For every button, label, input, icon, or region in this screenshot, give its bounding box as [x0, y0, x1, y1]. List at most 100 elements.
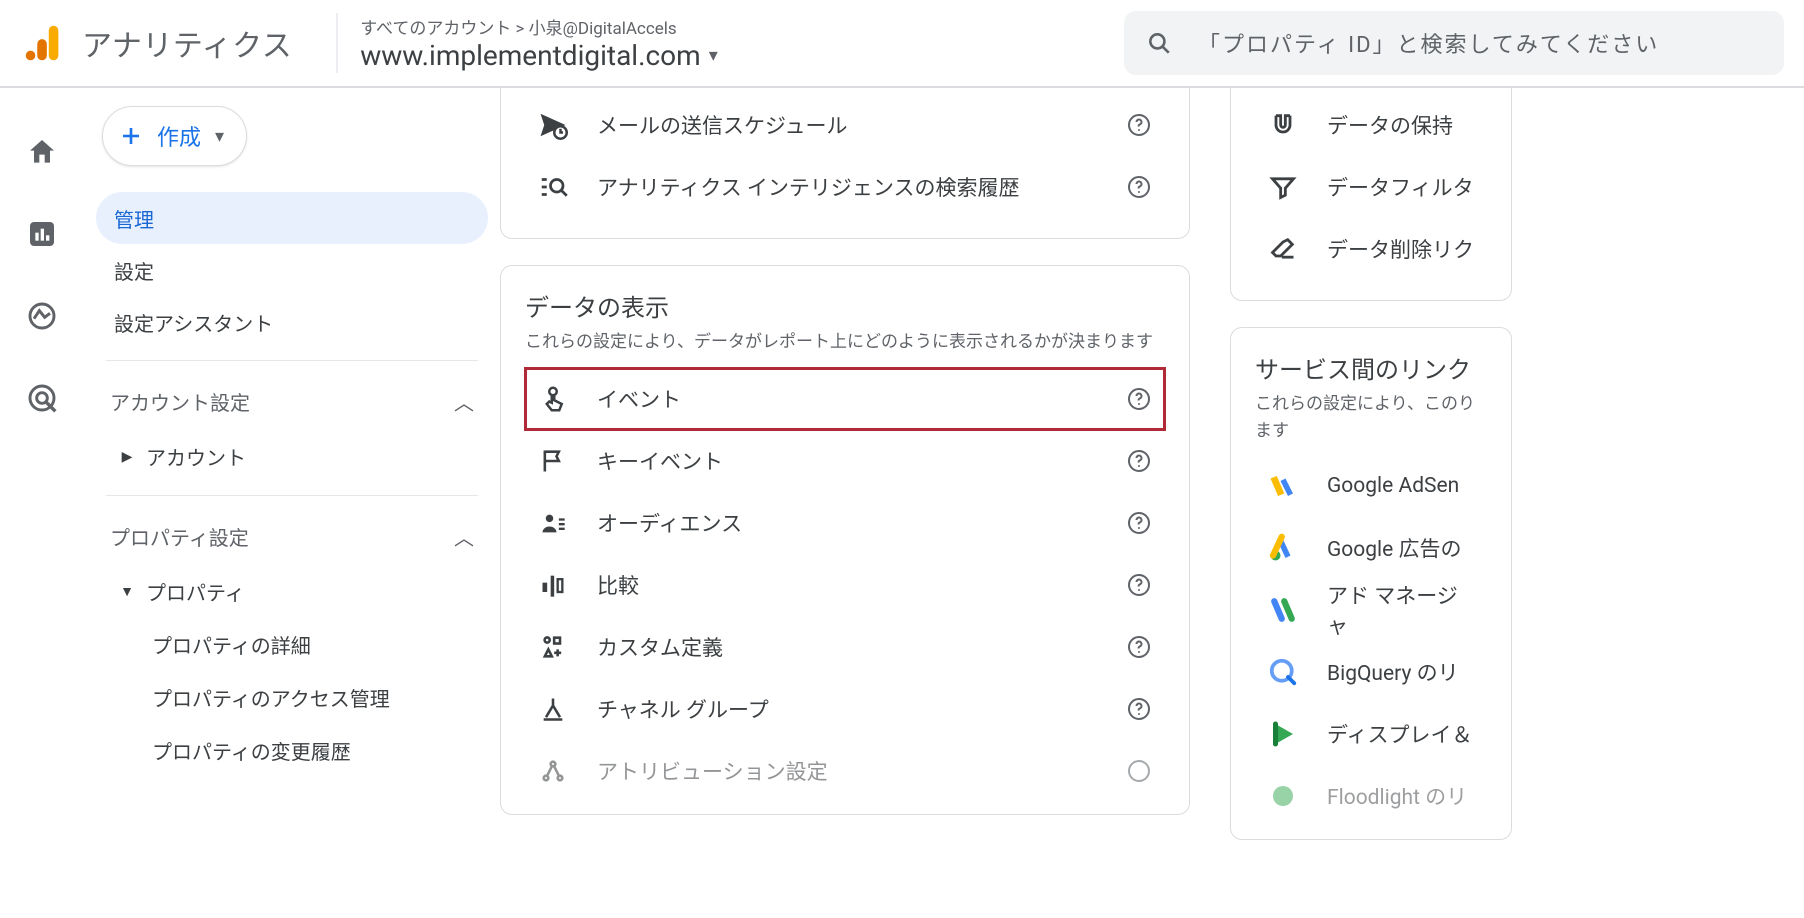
sidebar-item-assistant[interactable]: 設定アシスタント	[96, 296, 488, 348]
help-icon[interactable]	[1125, 447, 1153, 475]
property-name: www.implementdigital.com	[360, 39, 700, 72]
divider	[106, 360, 478, 361]
help-icon[interactable]	[1125, 111, 1153, 139]
sidebar-item-property-details[interactable]: プロパティの詳細	[96, 618, 488, 671]
chevron-up-icon: ︿	[454, 522, 474, 551]
row-attribution[interactable]: アトリビューション設定	[525, 740, 1165, 802]
channel-icon	[537, 695, 569, 723]
rail-home-icon[interactable]	[24, 134, 60, 170]
row-label: カスタム定義	[597, 632, 1097, 662]
row-label: アナリティクス インテリジェンスの検索履歴	[597, 172, 1097, 202]
sidebar-item-label: 設定	[114, 256, 154, 285]
sidebar-item-admin[interactable]: 管理	[96, 192, 488, 244]
rail-reports-icon[interactable]	[24, 216, 60, 252]
help-icon[interactable]	[1125, 385, 1153, 413]
breadcrumb: すべてのアカウント > 小泉@DigitalAccels	[360, 14, 718, 39]
panel-desc: これらの設定により、このります	[1255, 391, 1487, 445]
sidebar-item-account[interactable]: ▶ アカウント	[96, 430, 488, 483]
ad-manager-icon	[1267, 595, 1299, 625]
row-label: Google 広告の	[1327, 533, 1475, 563]
custom-def-icon	[537, 633, 569, 661]
help-icon[interactable]	[1125, 571, 1153, 599]
row-label: データフィルタ	[1327, 172, 1475, 202]
row-floodlight-link[interactable]: Floodlight のリ	[1255, 765, 1487, 827]
row-bigquery-link[interactable]: BigQuery のリ	[1255, 641, 1487, 703]
help-icon[interactable]	[1125, 509, 1153, 537]
caret-down-icon: ▾	[709, 45, 718, 66]
group-property-header[interactable]: プロパティ設定 ︿	[96, 508, 488, 565]
floodlight-icon	[1267, 781, 1299, 811]
triangle-down-icon: ▼	[120, 583, 134, 600]
row-admanager-link[interactable]: アド マネージャ	[1255, 579, 1487, 641]
help-icon[interactable]	[1125, 695, 1153, 723]
row-ads-link[interactable]: Google 広告の	[1255, 517, 1487, 579]
help-icon[interactable]	[1125, 633, 1153, 661]
help-icon[interactable]	[1125, 757, 1153, 785]
row-search-history[interactable]: アナリティクス インテリジェンスの検索履歴	[525, 156, 1165, 218]
row-label: BigQuery のリ	[1327, 657, 1475, 687]
sidebar-item-property[interactable]: ▼ プロパティ	[96, 565, 488, 618]
sidebar-item-settings[interactable]: 設定	[96, 244, 488, 296]
logo-block: アナリティクス	[20, 20, 292, 66]
sidebar-item-label: アカウント	[146, 442, 246, 471]
row-audiences[interactable]: オーディエンス	[525, 492, 1165, 554]
touch-icon	[537, 384, 569, 414]
caret-down-icon: ▾	[215, 126, 224, 147]
bigquery-icon	[1267, 657, 1299, 687]
row-custom-definitions[interactable]: カスタム定義	[525, 616, 1165, 678]
row-data-retention[interactable]: データの保持	[1255, 94, 1487, 156]
divider	[106, 495, 478, 496]
help-icon[interactable]	[1125, 173, 1153, 201]
group-account-header[interactable]: アカウント設定 ︿	[96, 373, 488, 430]
row-events[interactable]: イベント	[525, 368, 1165, 430]
nav-rail	[0, 88, 84, 840]
magnet-icon	[1267, 111, 1299, 139]
sidebar-item-property-history[interactable]: プロパティの変更履歴	[96, 724, 488, 777]
row-adsense-link[interactable]: Google AdSen	[1255, 455, 1487, 517]
insights-search-icon	[537, 172, 569, 202]
panel-desc: これらの設定により、データがレポート上にどのように表示されるかが決まります	[525, 329, 1165, 356]
compare-icon	[537, 571, 569, 599]
eraser-icon	[1267, 235, 1299, 263]
triangle-right-icon: ▶	[120, 449, 134, 465]
sidebar-item-label: プロパティの変更履歴	[152, 736, 351, 765]
group-label: アカウント設定	[110, 387, 250, 416]
sidebar-item-property-access[interactable]: プロパティのアクセス管理	[96, 671, 488, 724]
row-label: チャネル グループ	[597, 694, 1097, 724]
panel-product-links: サービス間のリンク これらの設定により、このります Google AdSen	[1230, 327, 1512, 840]
group-label: プロパティ設定	[110, 522, 249, 551]
flag-icon	[537, 447, 569, 475]
row-label: Google AdSen	[1327, 474, 1475, 498]
search-input[interactable]: 「プロパティ ID」と検索してみてください	[1124, 11, 1784, 75]
row-label: ディスプレイ＆	[1327, 719, 1475, 749]
row-data-delete[interactable]: データ削除リク	[1255, 218, 1487, 280]
row-label: イベント	[597, 384, 1097, 414]
row-channel-group[interactable]: チャネル グループ	[525, 678, 1165, 740]
row-label: オーディエンス	[597, 508, 1097, 538]
sidebar-item-label: 設定アシスタント	[114, 308, 273, 337]
property-switcher[interactable]: すべてのアカウント > 小泉@DigitalAccels www.impleme…	[360, 14, 718, 72]
row-display-video-link[interactable]: ディスプレイ＆	[1255, 703, 1487, 765]
sidebar-item-label: 管理	[114, 204, 154, 233]
row-label: データ削除リク	[1327, 234, 1475, 264]
panel-data-right-top: データの保持 データフィルタ データ削除リク	[1230, 88, 1512, 301]
row-data-filter[interactable]: データフィルタ	[1255, 156, 1487, 218]
admin-sidebar: 作成 ▾ 管理 設定 設定アシスタント アカウント設定 ︿ ▶ アカウント	[84, 88, 500, 840]
row-mail-schedule[interactable]: メールの送信スケジュール	[525, 94, 1165, 156]
row-label: Floodlight のリ	[1327, 781, 1475, 811]
sidebar-item-label: プロパティ	[146, 577, 245, 606]
create-button[interactable]: 作成 ▾	[102, 106, 247, 166]
row-key-events[interactable]: キーイベント	[525, 430, 1165, 492]
rail-explore-icon[interactable]	[24, 298, 60, 334]
rail-advertising-icon[interactable]	[24, 380, 60, 416]
row-label: キーイベント	[597, 446, 1097, 476]
row-label: アトリビューション設定	[597, 756, 1097, 786]
sidebar-item-label: プロパティのアクセス管理	[152, 683, 390, 712]
sidebar-item-label: プロパティの詳細	[152, 630, 311, 659]
row-label: データの保持	[1327, 110, 1475, 140]
row-label: アド マネージャ	[1327, 580, 1475, 640]
adsense-icon	[1267, 471, 1299, 501]
row-compare[interactable]: 比較	[525, 554, 1165, 616]
chevron-up-icon: ︿	[454, 387, 474, 416]
divider	[336, 13, 338, 73]
